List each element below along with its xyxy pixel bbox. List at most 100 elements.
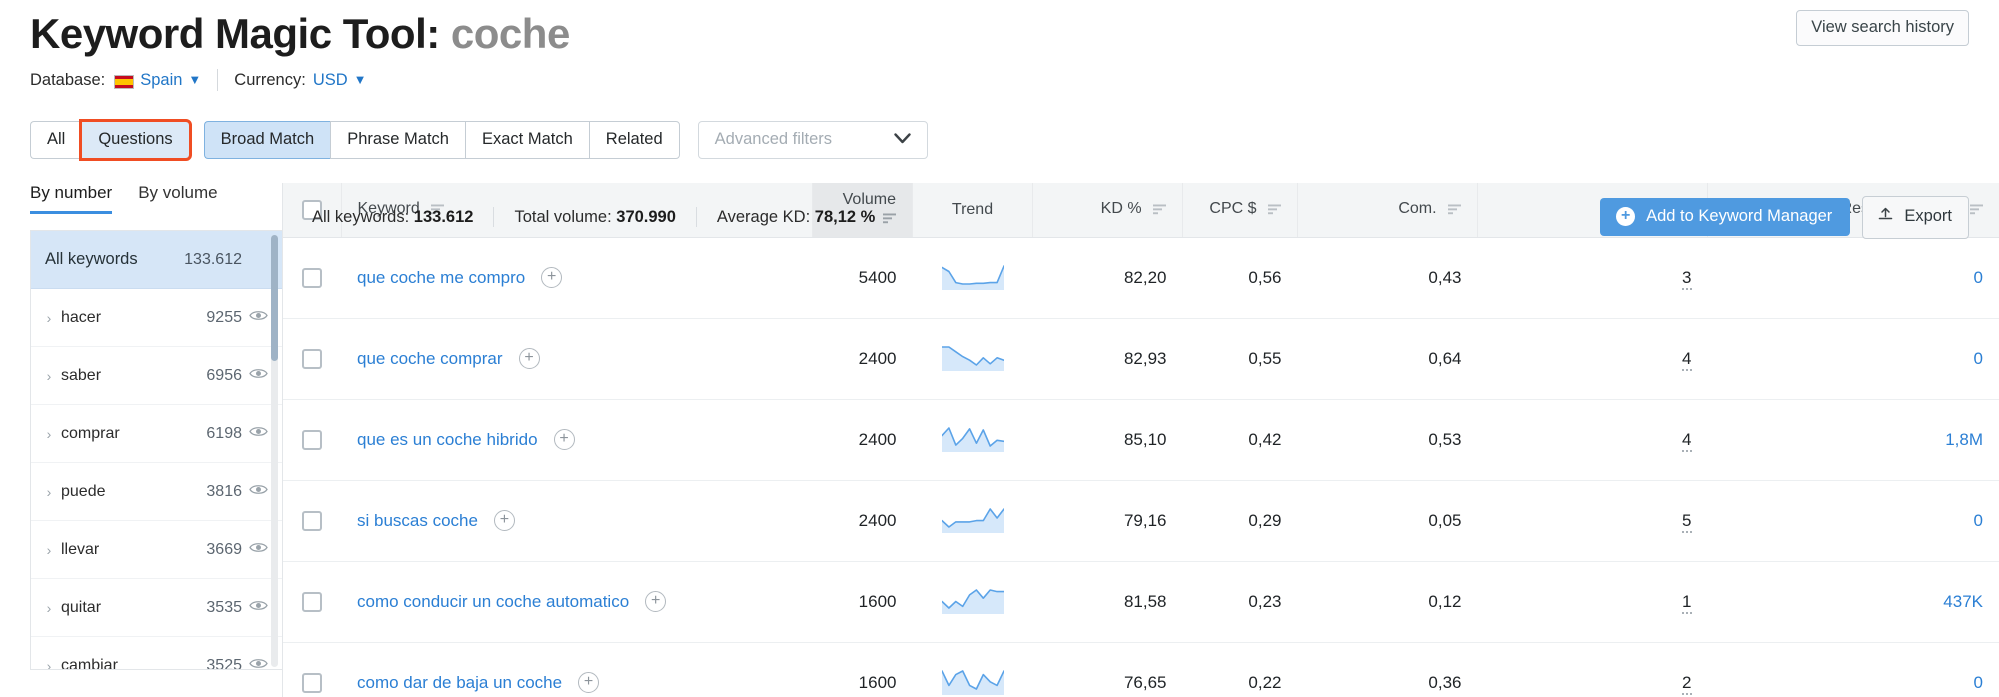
kd-cell: 82,93 — [1033, 318, 1183, 399]
sidebar-item-label: hacer — [57, 309, 180, 327]
sidebar-item-all-keywords[interactable]: All keywords 133.612 — [31, 231, 282, 289]
eye-icon[interactable] — [242, 599, 268, 616]
trend-cell — [913, 318, 1033, 399]
keyword-link[interactable]: si buscas coche — [357, 511, 478, 531]
sidebar-scrollbar-thumb[interactable] — [271, 235, 278, 361]
keyword-link[interactable]: como conducir un coche automatico — [357, 592, 629, 612]
tab-exact-match[interactable]: Exact Match — [465, 121, 589, 159]
keywords-table: Keyword Volume Trend — [283, 183, 1999, 697]
row-checkbox[interactable] — [302, 592, 322, 612]
chevron-down-svg — [894, 133, 911, 144]
keyword-magic-tool-page: Keyword Magic Tool: coche View search hi… — [0, 0, 1999, 697]
expand-arrow-icon[interactable]: › — [31, 310, 57, 326]
tab-related[interactable]: Related — [589, 121, 680, 159]
sidebar-item-hacer[interactable]: ›hacer9255 — [31, 289, 282, 347]
eye-icon[interactable] — [242, 483, 268, 500]
stat-average-kd: Average KD: 78,12 % — [717, 208, 875, 227]
database-value[interactable]: Spain — [140, 71, 182, 90]
results-in-serp-cell: 1,8M — [1708, 399, 1999, 480]
sidebar-item-puede[interactable]: ›puede3816 — [31, 463, 282, 521]
export-button[interactable]: Export — [1862, 196, 1969, 239]
keyword-cell: como conducir un coche automatico + — [341, 561, 813, 642]
sf-cell: 5 — [1478, 480, 1708, 561]
kd-cell: 82,20 — [1033, 237, 1183, 318]
sidebar-item-saber[interactable]: ›saber6956 — [31, 347, 282, 405]
cpc-cell: 0,29 — [1183, 480, 1298, 561]
sidebar-item-comprar[interactable]: ›comprar6198 — [31, 405, 282, 463]
tab-broad-match[interactable]: Broad Match — [204, 121, 331, 159]
export-upload-svg — [1877, 206, 1894, 223]
results-in-serp-value[interactable]: 0 — [1974, 349, 1983, 368]
tab-phrase-match[interactable]: Phrase Match — [330, 121, 465, 159]
results-in-serp-value[interactable]: 0 — [1974, 511, 1983, 530]
sf-value[interactable]: 2 — [1682, 673, 1691, 695]
keyword-link[interactable]: que coche comprar — [357, 349, 503, 369]
row-checkbox[interactable] — [302, 268, 322, 288]
sidebar-all-keywords-count: 133.612 — [180, 251, 242, 269]
sidebar-tab-by-number[interactable]: By number — [30, 183, 112, 214]
add-to-keyword-manager-button[interactable]: + Add to Keyword Manager — [1600, 198, 1850, 236]
results-in-serp-value[interactable]: 437K — [1943, 592, 1983, 611]
add-keyword-icon[interactable]: + — [519, 348, 540, 369]
results-in-serp-value[interactable]: 0 — [1974, 268, 1983, 287]
eye-icon[interactable] — [242, 657, 268, 670]
add-keyword-icon[interactable]: + — [578, 672, 599, 693]
currency-value[interactable]: USD — [313, 71, 348, 90]
row-checkbox[interactable] — [302, 673, 322, 693]
add-keyword-icon[interactable]: + — [494, 510, 515, 531]
sidebar-item-count: 6956 — [180, 367, 242, 385]
database-label: Database: — [30, 71, 105, 90]
trend-cell — [913, 237, 1033, 318]
row-checkbox[interactable] — [302, 349, 322, 369]
chevron-down-icon[interactable]: ▼ — [188, 72, 201, 87]
keyword-link[interactable]: como dar de baja un coche — [357, 673, 562, 693]
eye-icon[interactable] — [242, 309, 268, 326]
tab-all[interactable]: All — [30, 121, 81, 159]
sidebar-item-cambiar[interactable]: ›cambiar3525 — [31, 637, 282, 670]
sidebar-scrollbar[interactable] — [271, 235, 278, 667]
expand-arrow-icon[interactable]: › — [31, 368, 57, 384]
results-in-serp-value[interactable]: 0 — [1974, 673, 1983, 692]
sf-value[interactable]: 4 — [1682, 349, 1691, 371]
advanced-filters-dropdown[interactable]: Advanced filters — [698, 121, 928, 159]
sf-value[interactable]: 4 — [1682, 430, 1691, 452]
expand-arrow-icon[interactable]: › — [31, 542, 57, 558]
export-label: Export — [1904, 207, 1952, 226]
volume-cell: 1600 — [813, 561, 913, 642]
eye-icon[interactable] — [242, 425, 268, 442]
row-checkbox[interactable] — [302, 430, 322, 450]
advanced-filters-placeholder: Advanced filters — [715, 130, 832, 149]
eye-icon[interactable] — [242, 367, 268, 384]
chevron-down-icon-currency[interactable]: ▼ — [354, 72, 367, 87]
sidebar-tab-by-volume[interactable]: By volume — [138, 183, 217, 214]
eye-icon[interactable] — [242, 541, 268, 558]
row-checkbox[interactable] — [302, 511, 322, 531]
view-search-history-button[interactable]: View search history — [1796, 10, 1969, 46]
expand-arrow-icon[interactable]: › — [31, 658, 57, 671]
expand-arrow-icon[interactable]: › — [31, 600, 57, 616]
tab-questions[interactable]: Questions — [81, 121, 189, 159]
sf-value[interactable]: 1 — [1682, 592, 1691, 614]
results-in-serp-cell: 0 — [1708, 237, 1999, 318]
keyword-link[interactable]: que coche me compro — [357, 268, 525, 288]
sf-cell: 1 — [1478, 561, 1708, 642]
add-keyword-icon[interactable]: + — [554, 429, 575, 450]
keyword-link[interactable]: que es un coche hibrido — [357, 430, 538, 450]
sidebar-item-count: 3535 — [180, 599, 242, 617]
sf-value[interactable]: 3 — [1682, 268, 1691, 290]
expand-arrow-icon[interactable]: › — [31, 426, 57, 442]
sidebar-item-quitar[interactable]: ›quitar3535 — [31, 579, 282, 637]
sf-value[interactable]: 5 — [1682, 511, 1691, 533]
keywords-table-body: que coche me compro+540082,200,560,4330q… — [283, 237, 1999, 697]
table-actions: + Add to Keyword Manager Export — [1600, 196, 1969, 239]
add-keyword-icon[interactable]: + — [541, 267, 562, 288]
sidebar-item-llevar[interactable]: ›llevar3669 — [31, 521, 282, 579]
results-in-serp-value[interactable]: 1,8M — [1945, 430, 1983, 449]
sidebar-sort-tabs: By number By volume — [30, 183, 282, 214]
expand-arrow-icon[interactable]: › — [31, 484, 57, 500]
add-to-keyword-manager-label: Add to Keyword Manager — [1646, 207, 1832, 226]
spain-flag-icon — [114, 75, 134, 89]
add-keyword-icon[interactable]: + — [645, 591, 666, 612]
stat-divider-1 — [493, 207, 494, 227]
trend-sparkline-svg — [942, 665, 1004, 695]
